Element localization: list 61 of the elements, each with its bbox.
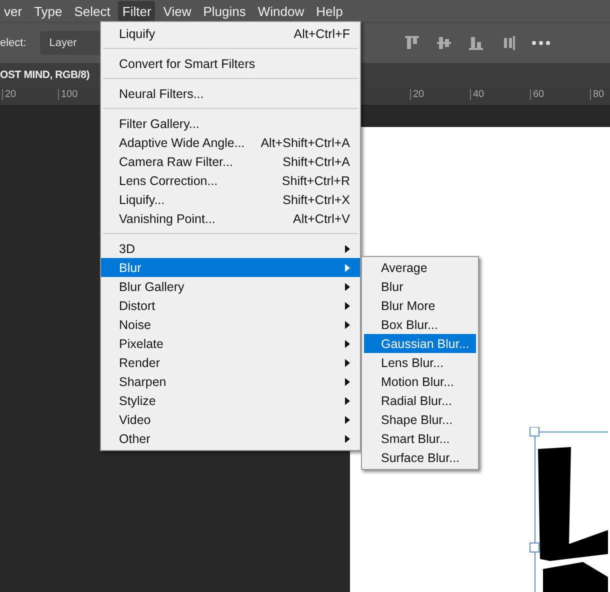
menu-item[interactable]: Motion Blur... [364, 372, 476, 391]
submenu-arrow-icon [345, 378, 350, 386]
ruler-number: 100 [58, 89, 78, 100]
menu-title[interactable]: View [159, 1, 196, 21]
menu-item[interactable]: Radial Blur... [364, 391, 476, 410]
menu-item[interactable]: Convert for Smart Filters [101, 54, 360, 73]
submenu-arrow-icon [345, 264, 350, 272]
menu-item[interactable]: Blur [101, 258, 360, 277]
menu-title[interactable]: Filter [118, 1, 156, 21]
ruler-number: 20 [410, 89, 424, 100]
menu-title[interactable]: Help [312, 1, 347, 21]
menu-item[interactable]: 3D [101, 239, 360, 258]
ruler-number: 40 [470, 89, 484, 100]
menu-item[interactable]: Blur [364, 277, 476, 296]
menu-item[interactable]: Render [101, 353, 360, 372]
document-tab-title[interactable]: OST MIND, RGB/8) [0, 69, 90, 81]
menu-item[interactable]: Smart Blur... [364, 429, 476, 448]
menu-item[interactable]: Blur More [364, 296, 476, 315]
menu-item[interactable]: Camera Raw Filter... Shift+Ctrl+A [101, 152, 360, 171]
menu-item[interactable]: Shape Blur... [364, 410, 476, 429]
menu-item[interactable]: Liquify... Shift+Ctrl+X [101, 190, 360, 209]
more-icon[interactable] [532, 41, 550, 45]
menu-item[interactable]: Noise [101, 315, 360, 334]
menu-title[interactable]: Plugins [199, 1, 250, 21]
align-top-icon[interactable] [404, 35, 420, 51]
menu-title[interactable]: ver [0, 1, 26, 21]
menu-item[interactable]: Blur Gallery [101, 277, 360, 296]
menu-item[interactable]: Gaussian Blur... [364, 334, 476, 353]
menu-item[interactable]: Box Blur... [364, 315, 476, 334]
submenu-arrow-icon [345, 396, 350, 404]
menu-title[interactable]: Select [70, 1, 114, 21]
menu-item[interactable]: Video [101, 410, 360, 429]
menu-title[interactable]: Window [254, 1, 308, 21]
menu-item[interactable]: Filter Gallery... [101, 114, 360, 133]
submenu-arrow-icon [345, 244, 350, 252]
menu-item[interactable]: Other [101, 429, 360, 448]
ruler-number: 60 [530, 89, 544, 100]
menu-item[interactable]: Sharpen [101, 372, 360, 391]
submenu-arrow-icon [345, 434, 350, 442]
menu-item[interactable]: Lens Blur... [364, 353, 476, 372]
menu-item[interactable]: Lens Correction... Shift+Ctrl+R [101, 171, 360, 190]
submenu-arrow-icon [345, 340, 350, 348]
menu-item[interactable]: Adaptive Wide Angle... Alt+Shift+Ctrl+A [101, 133, 360, 152]
menu-item[interactable]: Neural Filters... [101, 84, 360, 103]
submenu-arrow-icon [345, 416, 350, 424]
submenu-arrow-icon [345, 358, 350, 366]
submenu-arrow-icon [345, 282, 350, 290]
menu-title[interactable]: Type [30, 1, 66, 21]
menu-item[interactable]: Pixelate [101, 334, 360, 353]
menu-item[interactable]: Surface Blur... [364, 448, 476, 467]
align-bottom-icon[interactable] [468, 35, 484, 51]
option-label: elect: [0, 37, 26, 49]
ruler-number: 80 [590, 89, 604, 100]
menu-item[interactable]: Stylize [101, 391, 360, 410]
submenu-arrow-icon [345, 320, 350, 328]
ruler-number: 20 [2, 89, 16, 100]
align-middle-icon[interactable] [436, 35, 452, 51]
menu-item[interactable]: Distort [101, 296, 360, 315]
submenu-arrow-icon [345, 302, 350, 310]
menu-item[interactable]: Vanishing Point... Alt+Ctrl+V [101, 209, 360, 228]
menu-item[interactable]: Average [364, 258, 476, 277]
